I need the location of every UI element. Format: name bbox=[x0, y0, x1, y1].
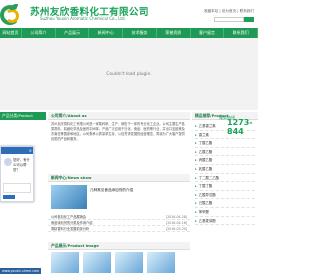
bullet-icon: ▸ bbox=[195, 149, 197, 154]
chat-message-input[interactable] bbox=[3, 183, 31, 193]
news-list: 公司参加化工产品展销会 [2016-04-28] 食品添加剂的分类及作用介绍 [… bbox=[48, 214, 190, 232]
chat-widget[interactable]: × 您好，有什么可以帮您？ bbox=[0, 146, 34, 202]
nav-item-products[interactable]: 产品展示 bbox=[56, 28, 90, 38]
news-item-date: [2016-04-16] bbox=[165, 221, 187, 225]
product-category-title: 产品分类/Product bbox=[0, 112, 46, 120]
category-label: 己酸乙酯 bbox=[198, 201, 213, 206]
product-image[interactable] bbox=[115, 252, 143, 273]
category-label: 香兰素 bbox=[198, 132, 209, 137]
list-item[interactable]: ▸ 苯甲醛 bbox=[195, 208, 255, 217]
bullet-icon: ▸ bbox=[195, 192, 197, 197]
main-nav: 网站首页 公司简介 产品展示 新闻中心 技术服务 荣誉资质 客户留言 联系我们 bbox=[0, 28, 259, 38]
banner-plugin-area: Couldn't load plugin. bbox=[0, 38, 258, 110]
category-label: 乙基香兰素 bbox=[198, 124, 216, 128]
company-name-en: Suzhou Youxin Aromatic Chemical Co., Ltd… bbox=[40, 16, 126, 21]
chat-send-button[interactable] bbox=[3, 195, 15, 199]
category-label: 丙酸乙酯 bbox=[198, 158, 213, 163]
product-image[interactable] bbox=[83, 252, 111, 273]
nav-item-message[interactable]: 客户留言 bbox=[191, 28, 225, 38]
close-icon[interactable]: × bbox=[29, 148, 32, 153]
nav-item-home[interactable]: 网站首页 bbox=[0, 28, 22, 38]
logo-ring-yellow bbox=[5, 9, 19, 23]
product-category-list: ▸ 乙基香兰素 ▸ 香兰素 ▸ 丁酸乙酯 ▸ 乙酸乙酯 ▸ 丙酸乙酯 ▸ 乳酸乙酯 ▸ 丁二酸… bbox=[192, 120, 258, 227]
news-thumbnail[interactable] bbox=[51, 185, 87, 209]
news-item-date: [2016-04-28] bbox=[165, 215, 187, 219]
category-label: 乙酸异戊酯 bbox=[198, 192, 216, 197]
hotline-number: 1273-844 bbox=[227, 118, 253, 136]
category-label: 丁酸乙酯 bbox=[198, 141, 213, 146]
news-headline[interactable]: 几种常见食品添加剂的介绍 bbox=[90, 188, 133, 193]
list-item[interactable]: ▸ 乳酸乙酯 bbox=[195, 165, 255, 174]
list-item[interactable]: 香精香料行业发展前景分析 [2016-03-20] bbox=[48, 226, 190, 232]
about-text: 苏州友欣香料化工有限公司是一家集科研、生产、销售于一体的专业化工企业。公司主要生… bbox=[51, 122, 185, 141]
nav-item-honors[interactable]: 荣誉资质 bbox=[157, 28, 191, 38]
list-item[interactable]: ▸ 己酸乙酯 bbox=[195, 199, 255, 208]
product-images-title: 产品展示/Product Image bbox=[48, 242, 190, 250]
bullet-icon: ▸ bbox=[195, 218, 197, 223]
list-item[interactable]: ▸ 丁酸丁酯 bbox=[195, 182, 255, 191]
bullet-icon: ▸ bbox=[195, 132, 197, 137]
bullet-icon: ▸ bbox=[195, 166, 197, 171]
nav-item-about[interactable]: 公司简介 bbox=[22, 28, 56, 38]
top-links[interactable]: 收藏本站 | 设为首页 | 联系我们 bbox=[204, 9, 254, 14]
list-item[interactable]: ▸ 乙酸异戊酯 bbox=[195, 191, 255, 200]
category-label: 苯甲醛 bbox=[198, 209, 209, 214]
middle-column: 公司简介/About us 苏州友欣香料化工有限公司是一家集科研、生产、销售于一… bbox=[48, 112, 190, 273]
list-item[interactable]: ▸ 乙基麦芽酚 bbox=[195, 217, 255, 226]
product-image[interactable] bbox=[51, 252, 79, 273]
nav-item-news[interactable]: 新闻中心 bbox=[89, 28, 124, 38]
bullet-icon: ▸ bbox=[195, 184, 197, 189]
bullet-icon: ▸ bbox=[195, 209, 197, 214]
plugin-error-message: Couldn't load plugin. bbox=[106, 72, 152, 77]
news-item-text: 香精香料行业发展前景分析 bbox=[51, 227, 90, 231]
list-item[interactable]: ▸ 丁二酸二乙酯 bbox=[195, 174, 255, 183]
product-image[interactable] bbox=[147, 252, 175, 273]
bullet-icon: ▸ bbox=[195, 201, 197, 206]
header: 苏州友欣香料化工有限公司 Suzhou Youxin Aromatic Chem… bbox=[0, 0, 258, 28]
category-label: 乙酸乙酯 bbox=[198, 149, 213, 154]
search-button[interactable] bbox=[244, 17, 254, 22]
list-item[interactable]: ▸ 丁酸乙酯 bbox=[195, 139, 255, 148]
news-title: 新闻中心/News show bbox=[48, 174, 190, 182]
category-label: 丁二酸二乙酯 bbox=[198, 175, 220, 180]
footer-url[interactable]: www.youxin-chem.com bbox=[0, 268, 41, 274]
search-input[interactable] bbox=[214, 17, 244, 22]
left-column: 产品分类/Product bbox=[0, 112, 46, 120]
header-search bbox=[214, 17, 254, 22]
avatar bbox=[4, 158, 12, 166]
list-item[interactable]: ▸ 丙酸乙酯 bbox=[195, 156, 255, 165]
nav-item-contact[interactable]: 联系我们 bbox=[224, 28, 259, 38]
chat-greeting: 您好，有什么可以帮您？ bbox=[13, 158, 30, 172]
bullet-icon: ▸ bbox=[195, 158, 197, 163]
news-item-text: 公司参加化工产品展销会 bbox=[51, 215, 87, 219]
category-label: 丁酸丁酯 bbox=[198, 184, 213, 189]
product-image-row bbox=[51, 252, 175, 273]
nav-item-tech[interactable]: 技术服务 bbox=[123, 28, 157, 38]
company-logo[interactable] bbox=[0, 2, 24, 26]
product-images-section: 产品展示/Product Image bbox=[48, 242, 190, 273]
bullet-icon: ▸ bbox=[195, 175, 197, 180]
news-item-date: [2016-03-20] bbox=[165, 227, 187, 231]
news-section: 新闻中心/News show 几种常见食品添加剂的介绍 公司参加化工产品展销会 … bbox=[48, 174, 190, 232]
about-title: 公司简介/About us bbox=[48, 112, 190, 120]
category-label: 乙基麦芽酚 bbox=[198, 218, 216, 223]
news-item-text: 食品添加剂的分类及作用介绍 bbox=[51, 221, 93, 225]
bullet-icon: ▸ bbox=[195, 124, 197, 128]
list-item[interactable]: ▸ 乙酸乙酯 bbox=[195, 148, 255, 157]
bullet-icon: ▸ bbox=[195, 141, 197, 146]
category-label: 乳酸乙酯 bbox=[198, 166, 213, 171]
